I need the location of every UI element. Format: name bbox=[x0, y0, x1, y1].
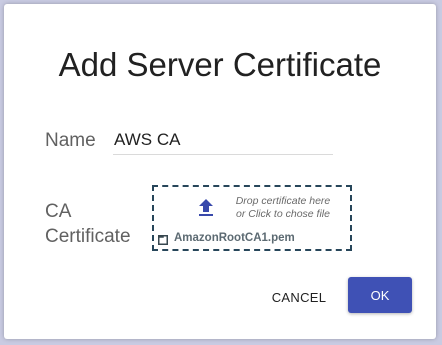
upload-icon bbox=[199, 199, 213, 216]
ok-button[interactable]: OK bbox=[348, 277, 412, 313]
file-icon bbox=[158, 235, 168, 245]
name-field[interactable] bbox=[113, 128, 333, 155]
add-certificate-dialog: Add Server Certificate Name CA Certifica… bbox=[4, 4, 436, 339]
cancel-button[interactable]: CANCEL bbox=[263, 280, 335, 314]
dialog-title: Add Server Certificate bbox=[58, 46, 382, 83]
name-input[interactable] bbox=[113, 128, 332, 152]
ca-certificate-label: CA Certificate bbox=[45, 201, 131, 247]
name-label: Name bbox=[45, 130, 96, 151]
dropzone-hint-line2: or Click to chose file bbox=[236, 208, 330, 220]
certificate-dropzone[interactable]: Drop certificate here or Click to chose … bbox=[152, 185, 352, 251]
dropzone-hint-line1: Drop certificate here bbox=[235, 195, 331, 207]
selected-file-name: AmazonRootCA1.pem bbox=[174, 232, 295, 244]
